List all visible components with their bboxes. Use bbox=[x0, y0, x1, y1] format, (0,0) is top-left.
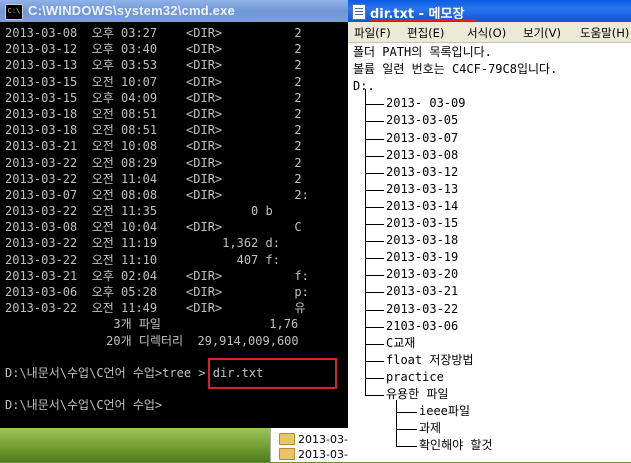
tree-branch bbox=[396, 412, 417, 414]
cmd-output-line: 2013-03-18 오전 08:51 <DIR> 2 bbox=[5, 106, 302, 121]
cmd-output-line: 2013-03-22 오전 11:49 <DIR> 유 bbox=[5, 301, 306, 316]
tree-branch bbox=[365, 258, 384, 260]
cmd-console-output[interactable]: 2013-03-08 오후 03:27 <DIR> 2 2013-03-12 오후… bbox=[5, 25, 348, 414]
cmd-output-line: 2013-03-22 오전 08:29 <DIR> 2 bbox=[5, 155, 302, 170]
explorer-window: 2013-03- 2013-03- bbox=[270, 428, 351, 462]
tree-item: practice bbox=[386, 369, 444, 384]
cmd-output-line: 2013-03-22 오전 11:19 1,362 d: bbox=[5, 236, 280, 251]
explorer-folder-item[interactable]: 2013-03- bbox=[279, 448, 348, 463]
cmd-output-line: 2013-03-08 오후 03:27 <DIR> 2 bbox=[5, 26, 302, 40]
title-underline-annotation bbox=[369, 19, 476, 21]
cmd-output-line: 2013-03-22 오전 11:04 <DIR> 2 bbox=[5, 171, 302, 186]
desktop-background bbox=[0, 428, 270, 462]
notepad-header-line: 볼륨 일련 번호는 C4CF-79C8입니다. bbox=[353, 62, 558, 77]
tree-item: float 저장방법 bbox=[386, 352, 474, 367]
cmd-output-line: 20개 디렉터리 29,914,009,600 bbox=[5, 333, 299, 348]
tree-sub-item: ieee파일 bbox=[419, 404, 470, 419]
folder-icon bbox=[279, 433, 295, 445]
tree-item: 2013-03-18 bbox=[386, 233, 459, 248]
tree-branch bbox=[365, 224, 384, 225]
folder-name: 2013-03- bbox=[298, 448, 348, 461]
menu-help[interactable]: 도움말(H) bbox=[580, 25, 629, 41]
cmd-window[interactable]: C:\ C:\WINDOWS\system32\cmd.exe 2013-03-… bbox=[0, 0, 348, 428]
tree-branch bbox=[365, 343, 384, 345]
tree-item: 2013-03-14 bbox=[386, 198, 459, 213]
tree-branch bbox=[396, 429, 417, 431]
cmd-output-line: 2013-03-07 오전 08:08 <DIR> 2: bbox=[5, 187, 309, 202]
tree-item: 2013-03-20 bbox=[386, 267, 459, 282]
cmd-icon[interactable]: C:\ bbox=[5, 4, 23, 20]
tree-branch bbox=[365, 275, 384, 277]
notepad-window[interactable]: dir.txt - 메모장 파일(F) 편집(E) 서식(O) 보기(V) 도움… bbox=[348, 0, 631, 462]
folder-name: 2013-03- bbox=[298, 433, 348, 446]
cmd-output-line: 2013-03-18 오전 08:51 <DIR> 2 bbox=[5, 123, 302, 138]
tree-item: 2013-03-13 bbox=[386, 181, 459, 196]
notepad-title-bar[interactable]: dir.txt - 메모장 bbox=[348, 0, 631, 22]
highlight-box bbox=[208, 358, 337, 389]
menu-edit[interactable]: 편집(E) bbox=[407, 25, 444, 41]
menu-file[interactable]: 파일(F) bbox=[354, 25, 391, 41]
notepad-header-line: 폴더 PATH의 목록입니다. bbox=[353, 45, 492, 59]
menu-view[interactable]: 보기(V) bbox=[523, 25, 561, 41]
tree-sub-item: 과제 bbox=[419, 421, 442, 436]
notepad-header-line: D:. bbox=[353, 79, 375, 94]
tree-branch bbox=[365, 377, 384, 379]
tree-branch bbox=[365, 309, 384, 311]
tree-branch bbox=[365, 292, 384, 294]
tree-item: 2103-03-06 bbox=[386, 318, 459, 333]
explorer-folder-item[interactable]: 2013-03- bbox=[279, 433, 348, 448]
cmd-output-line: 2013-03-21 오전 10:08 <DIR> 2 bbox=[5, 139, 302, 154]
cmd-output-line: 2013-03-21 오후 02:04 <DIR> f: bbox=[5, 268, 309, 283]
notepad-icon[interactable] bbox=[352, 4, 366, 20]
tree-item: 2013-03-12 bbox=[386, 164, 459, 179]
tree-stem bbox=[365, 89, 366, 395]
tree-branch bbox=[365, 326, 384, 328]
tree-item: C교재 bbox=[386, 335, 416, 350]
tree-branch bbox=[365, 138, 384, 140]
tree-item: 2013-03-05 bbox=[386, 113, 459, 128]
cmd-output-line: 2013-03-13 오후 03:53 <DIR> 2 bbox=[5, 58, 302, 73]
tree-branch bbox=[365, 172, 384, 174]
tree-branch bbox=[365, 395, 384, 396]
folder-icon bbox=[279, 448, 295, 460]
cmd-output-line: 2013-03-15 오전 10:07 <DIR> 2 bbox=[5, 74, 302, 89]
tree-sub-stem bbox=[396, 400, 397, 447]
tree-branch bbox=[365, 155, 384, 157]
tree-item: 2013-03-19 bbox=[386, 250, 459, 265]
notepad-menu-bar: 파일(F) 편집(E) 서식(O) 보기(V) 도움말(H) bbox=[348, 22, 631, 43]
cmd-output-line: 2013-03-08 오전 10:04 <DIR> C bbox=[5, 220, 302, 235]
tree-item: 2013-03-22 bbox=[386, 301, 459, 316]
tree-branch bbox=[365, 206, 384, 208]
tree-item: 2013-03-07 bbox=[386, 130, 459, 145]
cmd-output-line: D:\내문서\수업\C언어 수업> bbox=[5, 398, 163, 413]
tree-branch bbox=[396, 446, 417, 448]
tree-branch bbox=[365, 189, 384, 191]
cmd-output-line: 2013-03-22 오전 11:10 407 f: bbox=[5, 252, 280, 267]
cmd-output-line: 2013-03-12 오후 03:40 <DIR> 2 bbox=[5, 42, 302, 57]
cmd-window-title: C:\WINDOWS\system32\cmd.exe bbox=[28, 3, 235, 18]
tree-branch bbox=[365, 121, 384, 123]
cmd-output-line: 3개 파일 1,76 bbox=[5, 317, 299, 332]
cmd-output-line: 2013-03-06 오후 05:28 <DIR> p: bbox=[5, 285, 309, 299]
cmd-title-bar[interactable]: C:\ C:\WINDOWS\system32\cmd.exe bbox=[0, 0, 348, 22]
cmd-output-line: 2013-03-22 오전 11:35 0 b bbox=[5, 204, 273, 219]
tree-branch bbox=[365, 104, 384, 106]
tree-branch bbox=[365, 241, 384, 243]
tree-item: 2013-03-15 bbox=[386, 216, 459, 230]
tree-item: 2013-03-21 bbox=[386, 284, 459, 299]
tree-item: 2013- 03-09 bbox=[386, 96, 466, 111]
menu-format[interactable]: 서식(O) bbox=[467, 25, 506, 41]
tree-sub-item: 확인해야 할것 bbox=[419, 438, 493, 453]
cmd-output-line: 2013-03-15 오후 04:09 <DIR> 2 bbox=[5, 90, 302, 105]
tree-branch bbox=[365, 360, 384, 362]
tree-item: 2013-03-08 bbox=[386, 147, 459, 162]
